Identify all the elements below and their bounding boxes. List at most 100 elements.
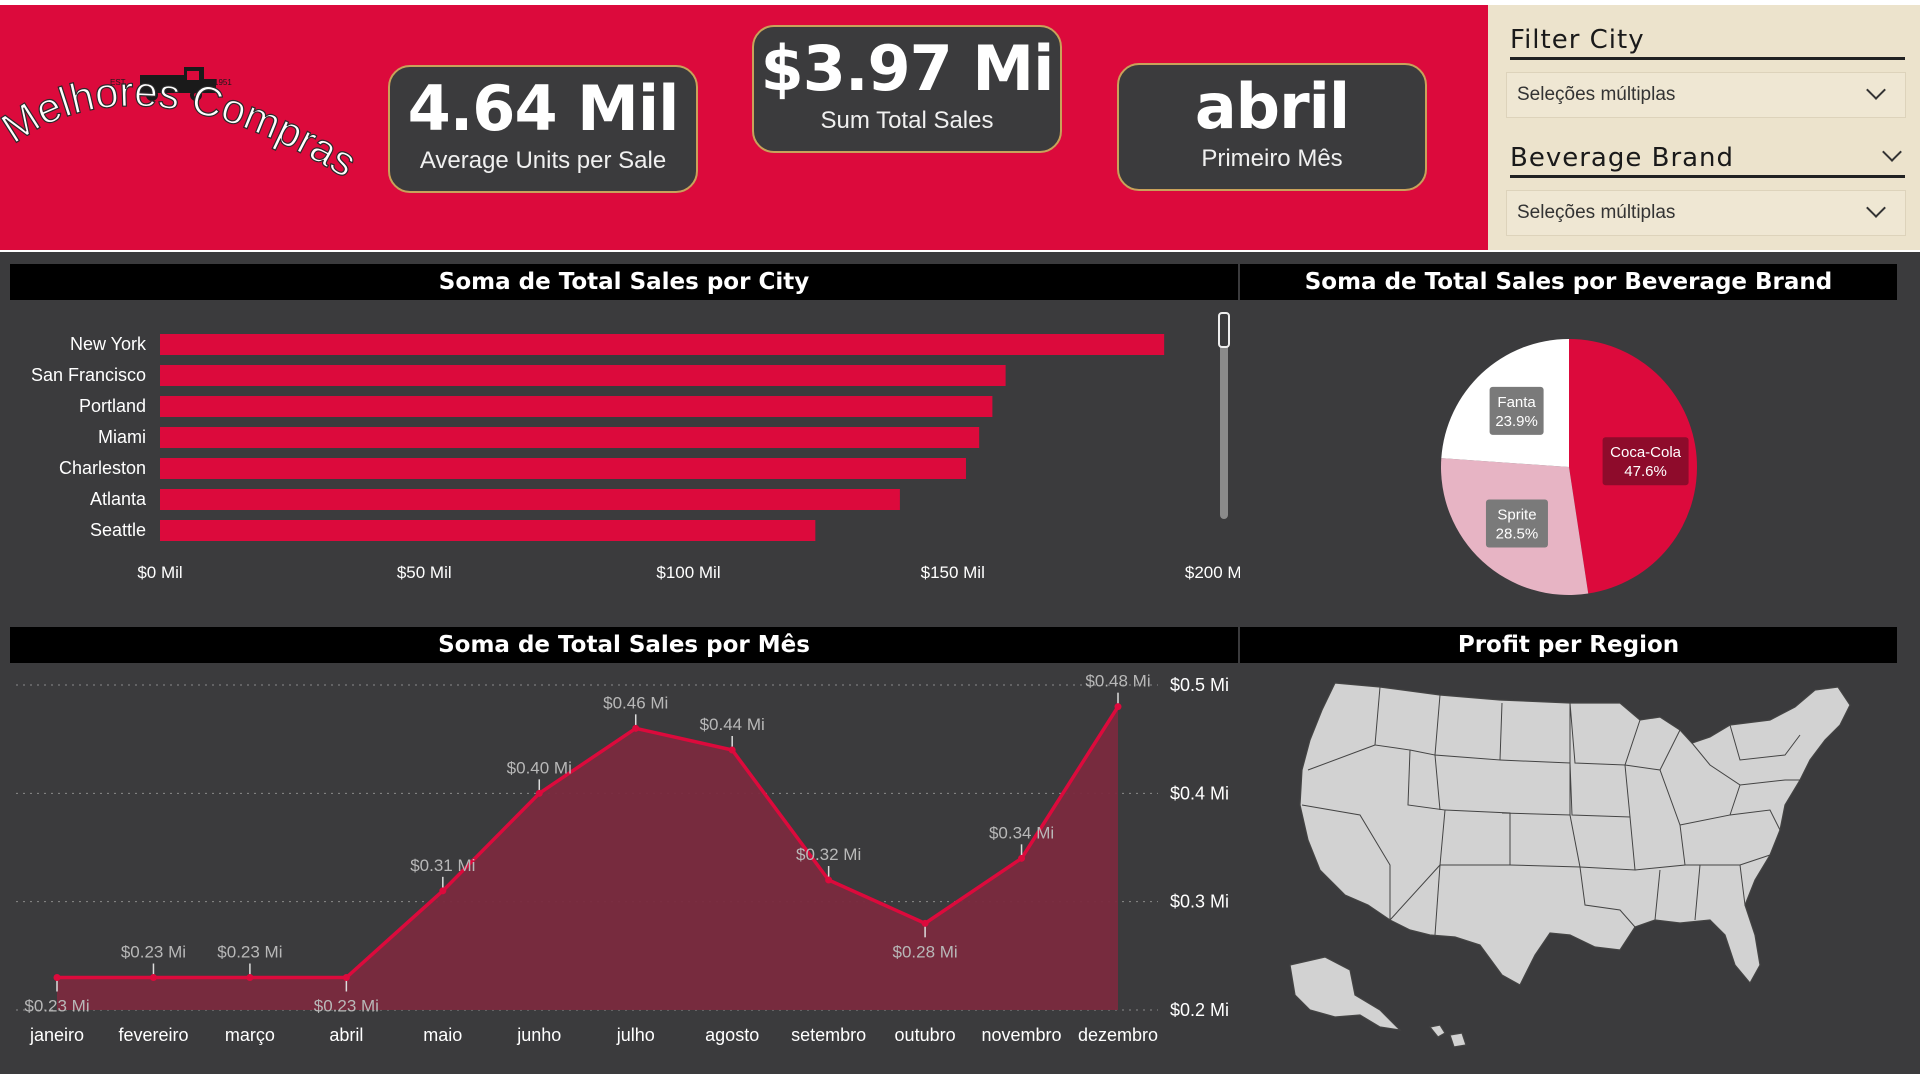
x-tick-label: outubro: [895, 1025, 956, 1045]
y-tick-label: $0.4 Mi: [1170, 783, 1229, 803]
logo-wordmark: Melhores Compras: [0, 68, 365, 186]
bar-san-francisco: [160, 365, 1006, 386]
x-tick-label: novembro: [982, 1025, 1062, 1045]
filter-city-dropdown[interactable]: Seleções múltiplas: [1506, 72, 1906, 118]
filter-city-title: Filter City: [1510, 25, 1645, 55]
kpi-average-units: 4.64 Mil Average Units per Sale: [388, 65, 698, 193]
x-tick-label: $150 Mil: [921, 563, 985, 582]
bar-new-york: [160, 334, 1165, 355]
data-label: $0.23 Mi: [121, 943, 186, 962]
data-label: $0.44 Mi: [700, 715, 765, 734]
pie-label-fanta: Fanta: [1497, 394, 1536, 411]
bar-category-label: New York: [70, 334, 147, 354]
bar-category-label: Charleston: [59, 458, 146, 478]
data-point: [342, 974, 350, 981]
area-fill: [57, 706, 1118, 1010]
bar-category-label: Portland: [79, 396, 146, 416]
chevron-down-icon[interactable]: [1882, 142, 1902, 162]
kpi-first-month-label: Primeiro Mês: [1201, 145, 1343, 172]
bar-category-label: Seattle: [90, 520, 146, 540]
bar-charleston: [160, 458, 966, 479]
data-point: [53, 974, 61, 981]
bar-category-label: San Francisco: [31, 365, 146, 385]
x-tick-label: $100 Mil: [656, 563, 720, 582]
us-map[interactable]: [1240, 665, 1897, 1075]
x-tick-label: maio: [423, 1025, 462, 1045]
data-label: $0.23 Mi: [314, 997, 379, 1016]
city-chart-title: Soma de Total Sales por City: [10, 264, 1238, 300]
x-tick-label: dezembro: [1078, 1025, 1158, 1045]
filter-city-selected: Seleções múltiplas: [1517, 84, 1676, 105]
data-point: [1114, 703, 1122, 711]
filter-brand-dropdown[interactable]: Seleções múltiplas: [1506, 190, 1906, 236]
brand-pie-chart: Coca-Cola 47.6% Sprite 28.5% Fanta 23.9%: [1441, 339, 1697, 595]
region-map-title: Profit per Region: [1240, 627, 1897, 663]
x-tick-label: junho: [516, 1025, 561, 1045]
pie-pct-coca-cola: 47.6%: [1624, 463, 1667, 480]
x-tick-label: janeiro: [29, 1025, 84, 1045]
y-tick-label: $0.5 Mi: [1170, 675, 1229, 695]
x-tick-label: julho: [616, 1025, 655, 1045]
data-label: $0.31 Mi: [410, 856, 475, 875]
bar-seattle: [160, 520, 816, 541]
city-bar-chart: New York San Francisco Portland Miami Charle…: [31, 334, 1240, 582]
kpi-total-sales: $3.97 Mi Sum Total Sales: [752, 25, 1062, 153]
data-label: $0.34 Mi: [989, 823, 1054, 842]
bar-miami: [160, 427, 980, 448]
data-label: $0.23 Mi: [24, 997, 89, 1016]
filter-brand-underline: [1510, 175, 1905, 178]
chevron-down-icon: [1866, 198, 1886, 218]
x-tick-label: setembro: [791, 1025, 866, 1045]
data-point: [535, 789, 543, 797]
header-banner: EST. 1951 Melhores Compras 4.64 Mil Aver…: [0, 5, 1488, 250]
data-point: [1018, 854, 1026, 862]
filter-city-underline: [1510, 57, 1905, 60]
data-label: $0.48 Mi: [1085, 672, 1150, 691]
filter-brand-title: Beverage Brand: [1510, 143, 1735, 173]
bar-portland: [160, 396, 993, 417]
kpi-total-sales-label: Sum Total Sales: [820, 107, 994, 134]
data-point: [439, 887, 447, 895]
x-tick-label: março: [225, 1025, 275, 1045]
pie-pct-sprite: 28.5%: [1496, 525, 1539, 542]
data-label: $0.23 Mi: [217, 943, 282, 962]
chevron-down-icon: [1866, 80, 1886, 100]
content-area: Soma de Total Sales por City Soma de Tot…: [0, 252, 1920, 1074]
bar-category-label: Miami: [98, 427, 146, 447]
bar-atlanta: [160, 489, 900, 510]
pie-label-sprite: Sprite: [1497, 506, 1536, 523]
data-point: [728, 746, 736, 754]
data-label: $0.32 Mi: [796, 845, 861, 864]
bar-category-label: Atlanta: [90, 489, 147, 509]
data-point: [246, 974, 254, 981]
data-point: [825, 876, 833, 884]
pie-label-coca-cola: Coca-Cola: [1610, 444, 1682, 461]
x-tick-label: agosto: [705, 1025, 759, 1045]
x-tick-label: $200 Mil: [1185, 563, 1240, 582]
data-point: [149, 974, 157, 981]
month-area-chart: $0.2 Mi $0.3 Mi $0.4 Mi $0.5 Mi $0.23 Mi jane…: [16, 672, 1229, 1045]
data-point: [921, 919, 929, 927]
data-point: [632, 724, 640, 732]
kpi-total-sales-value: $3.97 Mi: [760, 32, 1055, 105]
data-label: $0.46 Mi: [603, 693, 668, 712]
kpi-average-units-value: 4.64 Mil: [407, 72, 680, 145]
x-tick-label: fevereiro: [118, 1025, 188, 1045]
x-tick-label: $50 Mil: [397, 563, 452, 582]
filter-panel: Filter City Seleções múltiplas Beverage …: [1488, 5, 1920, 250]
brand-chart-title: Soma de Total Sales por Beverage Brand: [1240, 264, 1897, 300]
kpi-average-units-label: Average Units per Sale: [419, 147, 667, 174]
logo: EST. 1951 Melhores Compras: [0, 67, 365, 187]
y-tick-label: $0.2 Mi: [1170, 1000, 1229, 1020]
kpi-first-month-value: abril: [1194, 70, 1350, 143]
filter-brand-selected: Seleções múltiplas: [1517, 202, 1676, 223]
x-tick-label: abril: [329, 1025, 363, 1045]
x-tick-label: $0 Mil: [137, 563, 182, 582]
kpi-first-month: abril Primeiro Mês: [1117, 63, 1427, 191]
data-label: $0.28 Mi: [892, 942, 957, 961]
y-tick-label: $0.3 Mi: [1170, 892, 1229, 912]
month-chart-title: Soma de Total Sales por Mês: [10, 627, 1238, 663]
pie-pct-fanta: 23.9%: [1495, 413, 1538, 430]
data-label: $0.40 Mi: [507, 758, 572, 777]
bar-chart-scrollbar-thumb[interactable]: [1218, 312, 1230, 348]
